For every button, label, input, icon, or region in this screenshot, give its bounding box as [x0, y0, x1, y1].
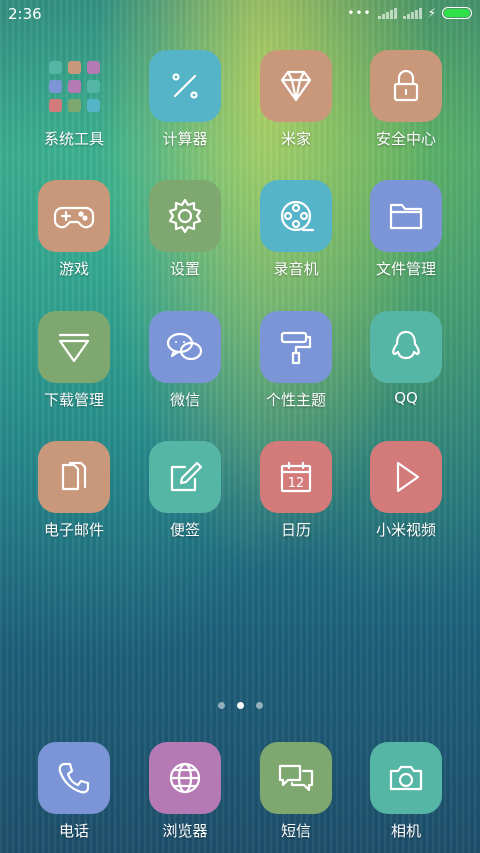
calculator-icon: [149, 50, 221, 122]
gamepad-icon: [38, 180, 110, 252]
app-file-manager[interactable]: 文件管理: [351, 180, 461, 279]
app-security-center[interactable]: 安全中心: [351, 50, 461, 149]
app-label: 系统工具: [43, 130, 104, 148]
app-label: 小米视频: [375, 521, 436, 539]
app-label: 录音机: [273, 260, 319, 278]
folder-mini-app-icon: [48, 98, 62, 112]
lock-icon: [370, 50, 442, 122]
app-email[interactable]: 电子邮件: [19, 441, 129, 540]
signal-icon-1: [377, 7, 397, 19]
folder-mini-app-icon: [86, 79, 100, 93]
app-mijia[interactable]: 米家: [241, 50, 351, 149]
calendar-icon: 12: [260, 441, 332, 513]
folder-mini-app-icon: [86, 60, 100, 74]
app-label: 日历: [280, 521, 311, 539]
app-notes[interactable]: 便签: [130, 441, 240, 540]
page-dot[interactable]: [255, 702, 263, 709]
app-label: QQ: [394, 389, 418, 407]
page-dot[interactable]: [236, 702, 244, 709]
app-label: 设置: [169, 260, 200, 278]
camera-icon: [370, 742, 442, 814]
page-dot[interactable]: [217, 702, 225, 709]
app-recorder[interactable]: 录音机: [241, 180, 351, 279]
globe-icon: [149, 742, 221, 814]
film-reel-icon: [260, 180, 332, 252]
app-label: 游戏: [58, 260, 89, 278]
app-qq[interactable]: QQ: [351, 311, 461, 407]
status-bar: 2:36 ••• ⚡: [0, 0, 480, 28]
app-phone[interactable]: 电话: [19, 742, 129, 841]
app-settings[interactable]: 设置: [130, 180, 240, 279]
app-label: 浏览器: [162, 822, 208, 840]
folder-preview: [48, 60, 100, 112]
penguin-icon: [370, 311, 442, 383]
chat-bubbles-icon: [149, 311, 221, 383]
play-icon: [370, 441, 442, 513]
app-label: 电子邮件: [43, 521, 104, 539]
app-label: 计算器: [162, 130, 208, 148]
app-calculator[interactable]: 计算器: [130, 50, 240, 149]
app-messages[interactable]: 短信: [241, 742, 351, 841]
app-themes[interactable]: 个性主题: [241, 311, 351, 410]
calendar-day: 12: [288, 476, 305, 491]
app-wechat[interactable]: 微信: [130, 311, 240, 410]
app-label: 便签: [169, 521, 200, 539]
signal-icon-2: [402, 7, 422, 19]
folder-outline-icon: [370, 180, 442, 252]
status-icons: ••• ⚡: [347, 6, 472, 20]
battery-icon: [442, 7, 472, 19]
app-download-manager[interactable]: 下载管理: [19, 311, 129, 410]
folder-mini-app-icon: [67, 98, 81, 112]
note-pen-icon: [149, 441, 221, 513]
app-label: 微信: [169, 391, 200, 409]
documents-icon: [38, 441, 110, 513]
app-label: 相机: [390, 822, 421, 840]
folder-mini-app-icon: [67, 60, 81, 74]
app-label: 个性主题: [265, 391, 326, 409]
gear-icon: [149, 180, 221, 252]
app-label: 短信: [280, 822, 311, 840]
app-games[interactable]: 游戏: [19, 180, 129, 279]
app-folder-system-tools[interactable]: 系统工具: [19, 50, 129, 149]
diamond-icon: [260, 50, 332, 122]
app-mi-video[interactable]: 小米视频: [351, 441, 461, 540]
app-label: 电话: [58, 822, 89, 840]
folder-mini-app-icon: [48, 60, 62, 74]
app-label: 安全中心: [375, 130, 436, 148]
paint-roller-icon: [260, 311, 332, 383]
phone-icon: [38, 742, 110, 814]
app-label: 米家: [280, 130, 311, 148]
charging-icon: ⚡: [427, 6, 436, 20]
page-indicator: [0, 702, 480, 709]
more-notifications-icon: •••: [347, 6, 372, 20]
folder-icon: [38, 50, 110, 122]
app-camera[interactable]: 相机: [351, 742, 461, 841]
message-bubbles-icon: [260, 742, 332, 814]
folder-mini-app-icon: [86, 98, 100, 112]
app-label: 下载管理: [43, 391, 104, 409]
battery-fill: [444, 9, 470, 17]
app-browser[interactable]: 浏览器: [130, 742, 240, 841]
app-label: 文件管理: [375, 260, 436, 278]
download-triangle-icon: [38, 311, 110, 383]
status-time: 2:36: [8, 5, 42, 23]
folder-mini-app-icon: [67, 79, 81, 93]
app-calendar[interactable]: 12 日历: [241, 441, 351, 540]
folder-mini-app-icon: [48, 79, 62, 93]
